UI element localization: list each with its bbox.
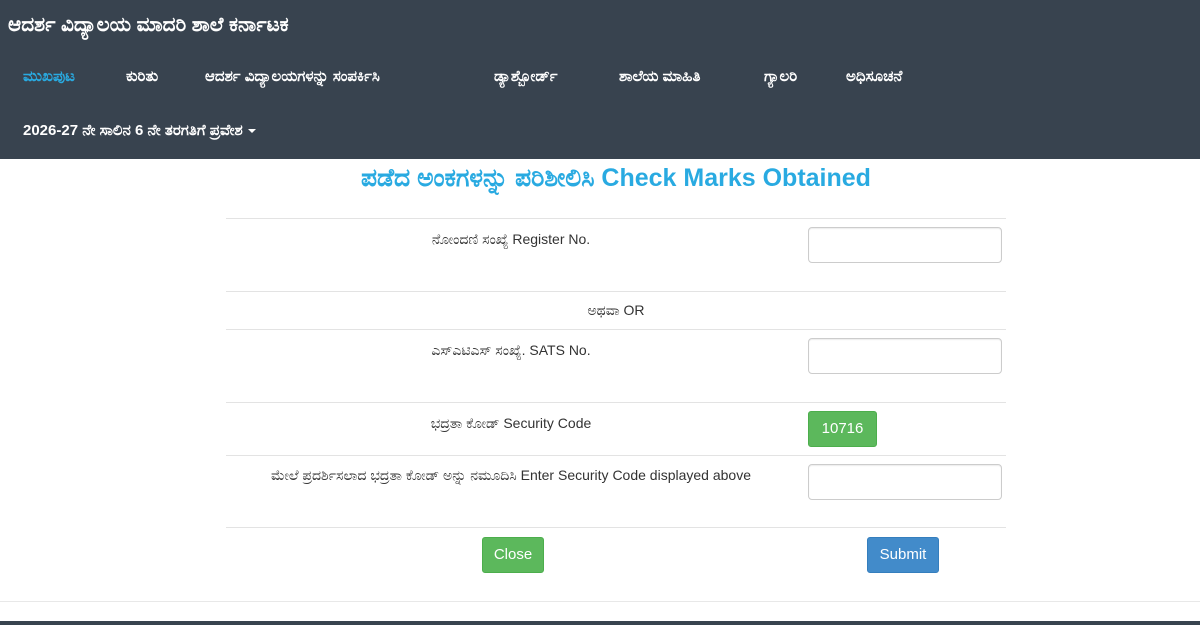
row-divider: [226, 527, 1006, 528]
register-no-label: ನೋಂದಣಿ ಸಂಖ್ಯೆ Register No.: [431, 231, 591, 247]
nav-item-home[interactable]: ಮುಖಪುಟ: [23, 68, 75, 85]
nav-item-dashboard[interactable]: ಡ್ಯಾಶ್ಬೋರ್ಡ್: [494, 68, 558, 85]
or-separator: ಅಥವಾ OR: [587, 302, 645, 318]
row-divider: [226, 402, 1006, 403]
nav-item-school-info[interactable]: ಶಾಲೆಯ ಮಾಹಿತಿ: [619, 68, 700, 85]
nav-item-gallery[interactable]: ಗ್ಯಾಲರಿ: [764, 68, 797, 85]
admission-dropdown-label: 2026-27 ನೇ ಸಾಲಿನ 6 ನೇ ತರಗತಿಗೆ ಪ್ರವೇಶ: [23, 122, 243, 139]
caret-down-icon: [247, 129, 256, 134]
security-code-input[interactable]: [808, 464, 1002, 500]
register-no-input[interactable]: [808, 227, 1002, 263]
sats-no-label: ಎಸ್ಎಟಿಎಸ್ ಸಂಖ್ಯೆ. SATS No.: [431, 342, 591, 358]
site-brand[interactable]: ಆದರ್ಶ ವಿದ್ಯಾಲಯ ಮಾದರಿ ಶಾಲೆ ಕರ್ನಾಟಕ: [8, 14, 289, 37]
security-code-label: ಭದ್ರತಾ ಕೋಡ್ Security Code: [430, 415, 592, 431]
row-divider: [226, 291, 1006, 292]
footer-divider: [0, 601, 1200, 602]
row-divider: [226, 329, 1006, 330]
top-navbar: ಆದರ್ಶ ವಿದ್ಯಾಲಯ ಮಾದರಿ ಶಾಲೆ ಕರ್ನಾಟಕ ಮುಖಪುಟ…: [0, 0, 1200, 159]
enter-security-code-label: ಮೇಲೆ ಪ್ರದರ್ಶಿಸಲಾದ ಭದ್ರತಾ ಕೋಡ್ ಅನ್ನು ನಮೂದ…: [270, 467, 751, 483]
nav-item-notification[interactable]: ಅಧಿಸೂಚನೆ: [846, 68, 902, 85]
admission-dropdown[interactable]: 2026-27 ನೇ ಸಾಲಿನ 6 ನೇ ತರಗತಿಗೆ ಪ್ರವೇಶ: [23, 122, 256, 139]
footer-bar: [0, 621, 1200, 625]
security-code-display: 10716: [808, 411, 877, 447]
nav-item-contact-schools[interactable]: ಆದರ್ಶ ವಿದ್ಯಾಲಯಗಳನ್ನು ಸಂಪರ್ಕಿಸಿ: [205, 68, 380, 85]
nav-item-about[interactable]: ಕುರಿತು: [126, 68, 158, 85]
row-divider: [226, 455, 1006, 456]
page-title: ಪಡೆದ ಅಂಕಗಳನ್ನು ಪರಿಶೀಲಿಸಿ Check Marks Obt…: [361, 164, 871, 192]
sats-no-input[interactable]: [808, 338, 1002, 374]
row-divider: [226, 218, 1006, 219]
close-button[interactable]: Close: [482, 537, 544, 573]
submit-button[interactable]: Submit: [867, 537, 939, 573]
